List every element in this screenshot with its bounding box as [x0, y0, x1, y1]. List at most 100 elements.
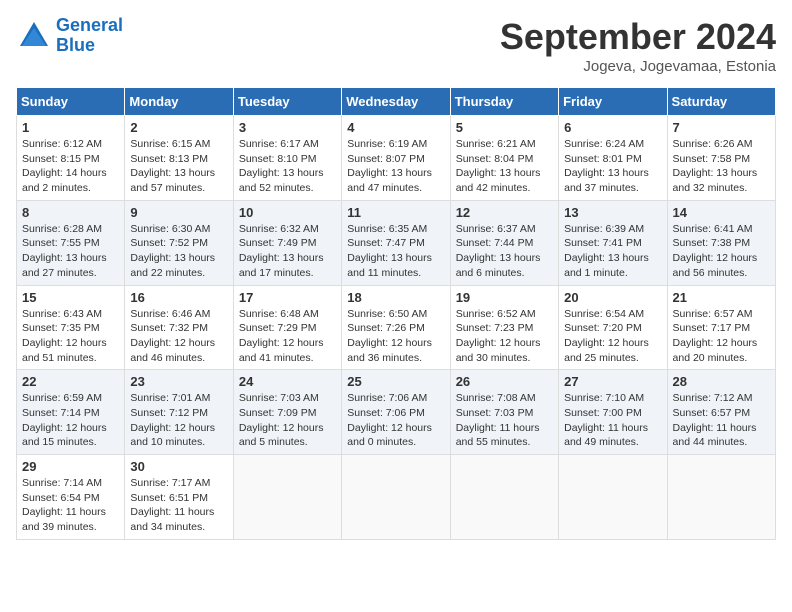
day-info-line: Sunrise: 6:12 AM — [22, 138, 102, 150]
day-info-line: Daylight: 12 hours — [22, 337, 107, 349]
day-number: 23 — [130, 374, 227, 389]
calendar-table: Sunday Monday Tuesday Wednesday Thursday… — [16, 87, 776, 540]
day-number: 13 — [564, 205, 661, 220]
day-number: 5 — [456, 120, 553, 135]
day-info-line: Daylight: 13 hours — [130, 167, 215, 179]
calendar-cell: 1 Sunrise: 6:12 AMSunset: 8:15 PMDaylight… — [17, 116, 125, 201]
day-info-line: and 20 minutes. — [673, 352, 748, 364]
day-info-line: Daylight: 12 hours — [130, 422, 215, 434]
day-info: Sunrise: 6:26 AMSunset: 7:58 PMDaylight:… — [673, 137, 770, 196]
day-info-line: Daylight: 13 hours — [456, 252, 541, 264]
calendar-week-row: 8Sunrise: 6:28 AMSunset: 7:55 PMDaylight… — [17, 200, 776, 285]
day-number: 6 — [564, 120, 661, 135]
calendar-week-row: 22Sunrise: 6:59 AMSunset: 7:14 PMDayligh… — [17, 370, 776, 455]
logo-line2: Blue — [56, 35, 95, 55]
day-info-line: Daylight: 12 hours — [564, 337, 649, 349]
calendar-body: 1 Sunrise: 6:12 AMSunset: 8:15 PMDaylight… — [17, 116, 776, 540]
day-info-line: and 51 minutes. — [22, 352, 97, 364]
day-info-line: Daylight: 12 hours — [673, 337, 758, 349]
day-info-line: Sunrise: 7:03 AM — [239, 392, 319, 404]
day-info-line: Sunset: 7:58 PM — [673, 153, 751, 165]
calendar-cell: 30Sunrise: 7:17 AMSunset: 6:51 PMDayligh… — [125, 455, 233, 540]
day-number: 12 — [456, 205, 553, 220]
calendar-cell: 29Sunrise: 7:14 AMSunset: 6:54 PMDayligh… — [17, 455, 125, 540]
calendar-cell: 28Sunrise: 7:12 AMSunset: 6:57 PMDayligh… — [667, 370, 775, 455]
day-info: Sunrise: 7:12 AMSunset: 6:57 PMDaylight:… — [673, 391, 770, 450]
day-info-line: Sunset: 7:00 PM — [564, 407, 642, 419]
day-number: 1 — [22, 120, 119, 135]
calendar-cell: 8Sunrise: 6:28 AMSunset: 7:55 PMDaylight… — [17, 200, 125, 285]
day-info-line: and 34 minutes. — [130, 521, 205, 533]
day-info: Sunrise: 7:03 AMSunset: 7:09 PMDaylight:… — [239, 391, 336, 450]
day-info-line: Daylight: 11 hours — [564, 422, 648, 434]
day-info-line: Daylight: 12 hours — [347, 337, 432, 349]
weekday-header-row: Sunday Monday Tuesday Wednesday Thursday… — [17, 88, 776, 116]
calendar-cell: 24Sunrise: 7:03 AMSunset: 7:09 PMDayligh… — [233, 370, 341, 455]
day-info: Sunrise: 6:54 AMSunset: 7:20 PMDaylight:… — [564, 307, 661, 366]
day-info-line: Daylight: 12 hours — [239, 337, 324, 349]
day-info-line: Daylight: 13 hours — [564, 167, 649, 179]
day-number: 29 — [22, 459, 119, 474]
day-info-line: and 49 minutes. — [564, 436, 639, 448]
day-number: 3 — [239, 120, 336, 135]
calendar-week-row: 15Sunrise: 6:43 AMSunset: 7:35 PMDayligh… — [17, 285, 776, 370]
day-info-line: Sunrise: 6:32 AM — [239, 223, 319, 235]
calendar-cell: 27Sunrise: 7:10 AMSunset: 7:00 PMDayligh… — [559, 370, 667, 455]
day-info: Sunrise: 6:30 AMSunset: 7:52 PMDaylight:… — [130, 222, 227, 281]
day-info-line: Sunrise: 6:48 AM — [239, 308, 319, 320]
header-sunday: Sunday — [17, 88, 125, 116]
day-info: Sunrise: 6:39 AMSunset: 7:41 PMDaylight:… — [564, 222, 661, 281]
day-info-line: Sunrise: 6:19 AM — [347, 138, 427, 150]
header-monday: Monday — [125, 88, 233, 116]
day-info-line: Daylight: 13 hours — [347, 252, 432, 264]
day-info-line: Sunrise: 6:59 AM — [22, 392, 102, 404]
day-number: 21 — [673, 290, 770, 305]
day-info-line: Sunrise: 6:24 AM — [564, 138, 644, 150]
day-info-line: and 47 minutes. — [347, 182, 422, 194]
day-info: Sunrise: 7:10 AMSunset: 7:00 PMDaylight:… — [564, 391, 661, 450]
day-info-line: and 5 minutes. — [239, 436, 308, 448]
day-info-line: Sunset: 8:10 PM — [239, 153, 317, 165]
day-info-line: Sunset: 8:01 PM — [564, 153, 642, 165]
calendar-cell: 3Sunrise: 6:17 AMSunset: 8:10 PMDaylight… — [233, 116, 341, 201]
day-info: Sunrise: 6:57 AMSunset: 7:17 PMDaylight:… — [673, 307, 770, 366]
calendar-cell: 4Sunrise: 6:19 AMSunset: 8:07 PMDaylight… — [342, 116, 450, 201]
calendar-cell: 17Sunrise: 6:48 AMSunset: 7:29 PMDayligh… — [233, 285, 341, 370]
day-info-line: Daylight: 13 hours — [239, 252, 324, 264]
day-info-line: Sunset: 6:54 PM — [22, 492, 100, 504]
day-number: 10 — [239, 205, 336, 220]
logo-text: General Blue — [56, 16, 123, 56]
day-number: 18 — [347, 290, 444, 305]
day-info-line: Daylight: 13 hours — [673, 167, 758, 179]
calendar-cell — [342, 455, 450, 540]
day-info-line: Daylight: 11 hours — [456, 422, 540, 434]
day-info-line: Sunset: 7:12 PM — [130, 407, 208, 419]
day-info: Sunrise: 6:28 AMSunset: 7:55 PMDaylight:… — [22, 222, 119, 281]
day-info-line: and 55 minutes. — [456, 436, 531, 448]
day-info-line: Sunrise: 6:41 AM — [673, 223, 753, 235]
day-info-line: Sunrise: 7:14 AM — [22, 477, 102, 489]
day-number: 30 — [130, 459, 227, 474]
day-info-line: Sunrise: 7:01 AM — [130, 392, 210, 404]
day-info-line: Sunset: 7:23 PM — [456, 322, 534, 334]
day-number: 14 — [673, 205, 770, 220]
header-saturday: Saturday — [667, 88, 775, 116]
day-info-line: and 41 minutes. — [239, 352, 314, 364]
day-info-line: and 11 minutes. — [347, 267, 421, 279]
day-info-line: and 57 minutes. — [130, 182, 205, 194]
header-thursday: Thursday — [450, 88, 558, 116]
day-info-line: Daylight: 13 hours — [347, 167, 432, 179]
day-info-line: Sunset: 7:32 PM — [130, 322, 208, 334]
month-title: September 2024 — [500, 16, 776, 58]
day-info-line: and 44 minutes. — [673, 436, 748, 448]
calendar-week-row: 1 Sunrise: 6:12 AMSunset: 8:15 PMDaylight… — [17, 116, 776, 201]
day-info: Sunrise: 6:12 AMSunset: 8:15 PMDaylight:… — [22, 137, 119, 196]
logo-icon — [16, 18, 52, 54]
day-info-line: and 42 minutes. — [456, 182, 531, 194]
day-info-line: Daylight: 12 hours — [673, 252, 758, 264]
day-number: 26 — [456, 374, 553, 389]
calendar-cell: 22Sunrise: 6:59 AMSunset: 7:14 PMDayligh… — [17, 370, 125, 455]
day-info-line: and 22 minutes. — [130, 267, 205, 279]
day-info: Sunrise: 6:48 AMSunset: 7:29 PMDaylight:… — [239, 307, 336, 366]
day-info-line: Daylight: 13 hours — [456, 167, 541, 179]
